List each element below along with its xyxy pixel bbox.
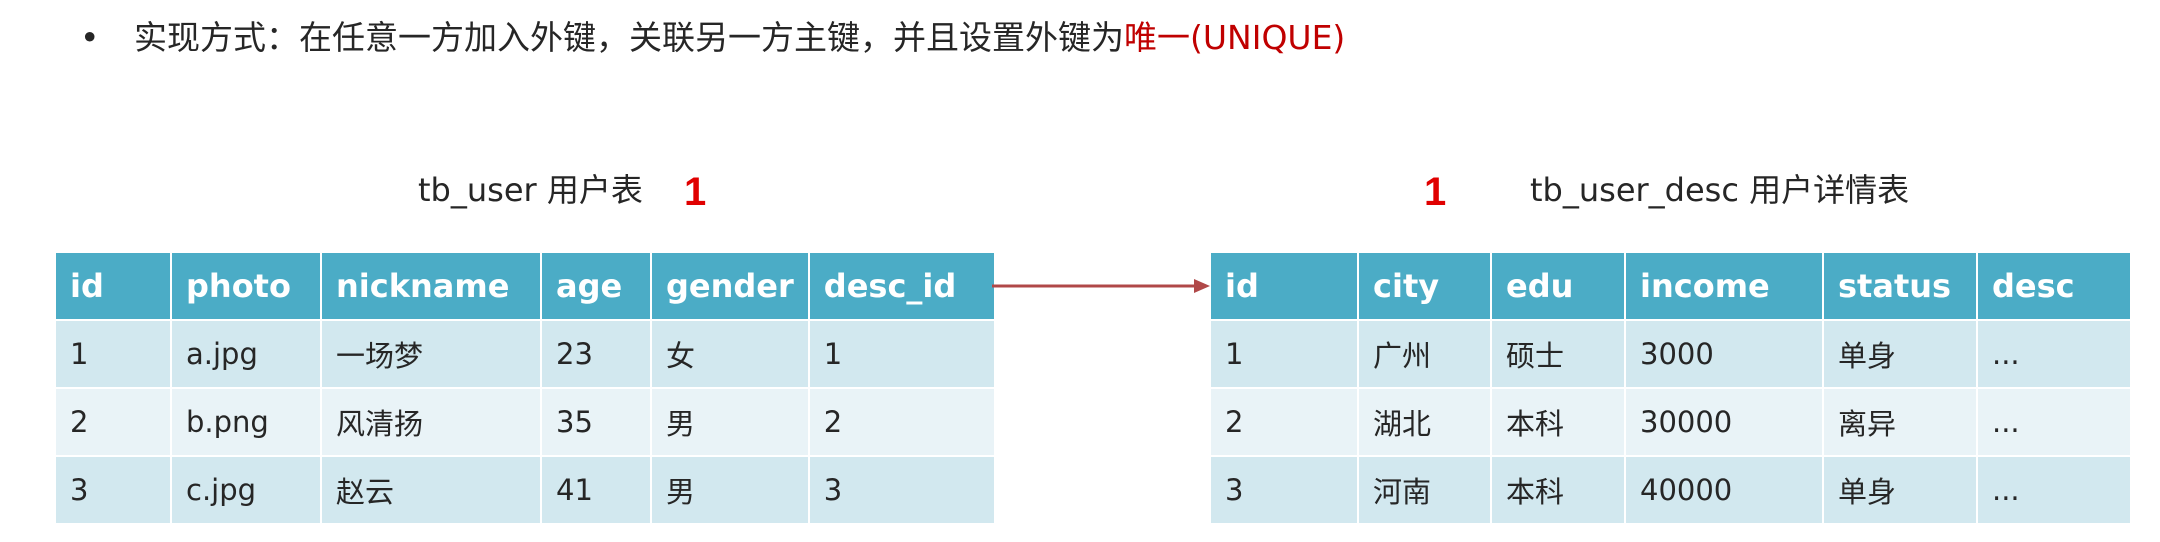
foreign-key-arrow bbox=[992, 279, 1210, 293]
arrow-head bbox=[1194, 279, 1210, 293]
